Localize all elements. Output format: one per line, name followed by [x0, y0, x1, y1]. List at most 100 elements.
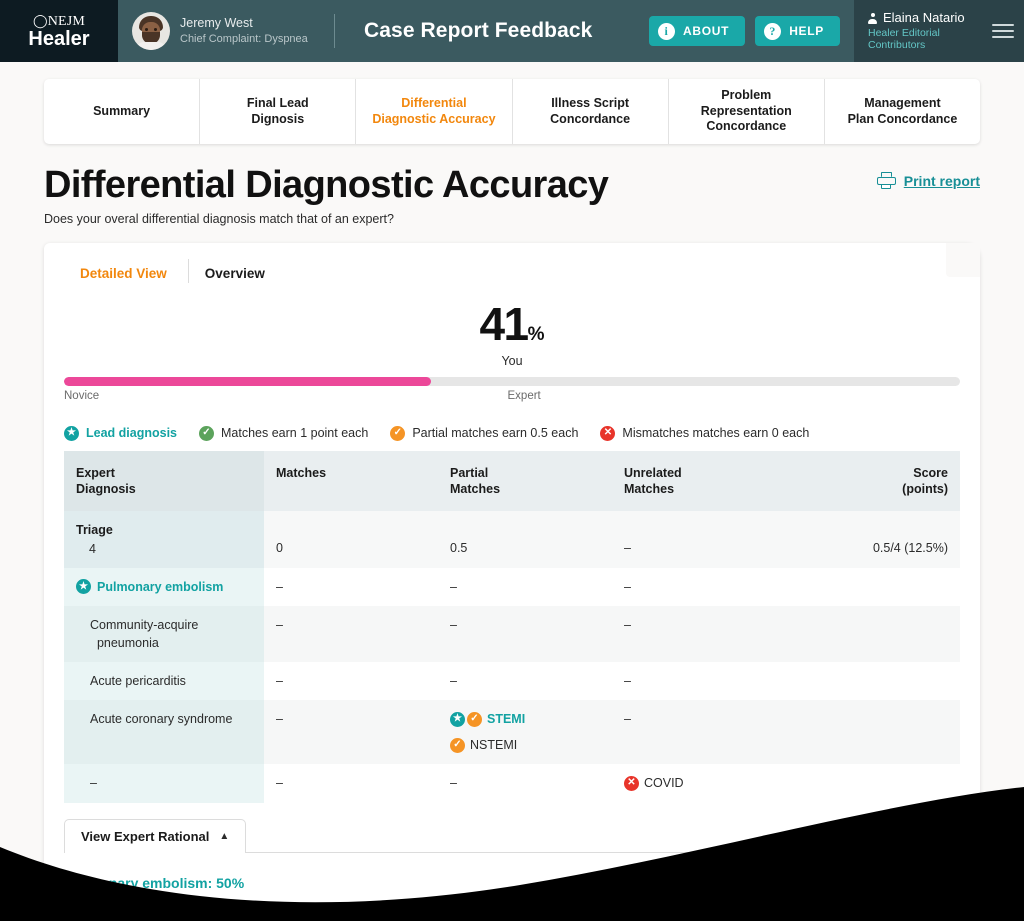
tab-overview[interactable]: Overview	[189, 266, 287, 295]
row-unrelated: –	[612, 567, 786, 606]
app-page: ◯NEJM Healer Jeremy West Chief Complaint…	[0, 0, 1024, 921]
score-value: 41	[479, 297, 529, 350]
diagnosis-name: Acute coronary syndrome	[90, 712, 233, 727]
table-row: – – – ✕ COVID	[64, 764, 960, 803]
rationale-paragraph: Acute onset of pleuritic chest pain in t…	[66, 899, 872, 915]
user-role-line2: Contributors	[868, 39, 926, 52]
legend-matches: ✓ Matches earn 1 point each	[199, 425, 369, 441]
accuracy-table-header: Expert Diagnosis Matches Partial Matches U…	[64, 450, 960, 512]
triage-count: 4	[89, 541, 96, 556]
triage-cell: Triage 4	[64, 511, 264, 568]
tab-detailed-view[interactable]: Detailed View	[64, 258, 189, 295]
star-badge-icon: ★	[76, 579, 91, 595]
info-icon: i	[658, 22, 676, 40]
row-partial: ★ ✓ STEMI ✓ NSTEMI	[438, 700, 612, 765]
user-name: Elaina Natario	[883, 9, 965, 25]
progress-bar-labels: Novice Expert	[64, 390, 960, 406]
view-expert-rational-label: View Expert Rational	[81, 828, 210, 844]
printer-icon	[876, 172, 896, 189]
print-report-link[interactable]: Print report	[876, 172, 980, 189]
partial-match-label: NSTEMI	[470, 738, 518, 753]
check-badge-orange-icon: ✓	[467, 711, 482, 727]
logo-nejm-text: ◯NEJM	[32, 12, 86, 29]
about-button[interactable]: i ABOUT	[649, 16, 746, 46]
legend-partial-matches-label: Partial matches earn 0.5 each	[412, 426, 579, 441]
table-row-triage: Triage 4 0 0.5 – 0.5/4 (12.5%)	[64, 511, 960, 568]
tab-differential-diagnostic-accuracy[interactable]: Differential Diagnostic Accuracy	[356, 79, 513, 144]
header-divider	[333, 14, 335, 48]
legend-mismatches-label: Mismatches matches earn 0 each	[622, 426, 810, 441]
row-partial: –	[438, 567, 612, 606]
partial-match-item: ✓ NSTEMI	[450, 736, 600, 754]
legend-matches-label: Matches earn 1 point each	[221, 426, 369, 441]
view-expert-rational-toggle[interactable]: View Expert Rational ▲	[64, 818, 247, 853]
accuracy-table-body: Triage 4 0 0.5 – 0.5/4 (12.5%) ★ Pulmona…	[64, 511, 960, 803]
row-score	[786, 700, 960, 765]
chevron-up-icon: ▲	[219, 830, 230, 842]
page-subtitle: Does your overal differential diagnosis …	[44, 211, 394, 226]
hamburger-menu-icon[interactable]	[992, 23, 1014, 39]
triage-label: Triage	[76, 523, 113, 538]
partial-badges: ★ ✓	[450, 711, 482, 727]
patient-info[interactable]: Jeremy West Chief Complaint: Dyspnea	[118, 0, 340, 62]
tab-final-lead-diagnosis[interactable]: Final Lead Dignosis	[200, 79, 357, 144]
card-corner-cut	[946, 242, 980, 277]
row-partial: –	[438, 764, 612, 803]
diagnosis-cell-lead: ★ Pulmonary embolism	[64, 567, 264, 606]
check-badge-orange-icon: ✓	[390, 425, 406, 441]
partial-badges: ✓	[450, 737, 465, 753]
row-unrelated: –	[612, 700, 786, 765]
tab-summary[interactable]: Summary	[44, 79, 201, 144]
app-title-container: Case Report Feedback	[340, 0, 650, 62]
row-matches: –	[264, 662, 438, 701]
print-report-label: Print report	[903, 172, 980, 189]
row-unrelated: ✕ COVID	[612, 764, 786, 803]
check-badge-green-icon: ✓	[199, 425, 214, 441]
tab-problem-representation-concordance[interactable]: Problem Representation Concordance	[669, 79, 825, 144]
triage-partial: 0.5	[438, 511, 612, 568]
expert-rationale-section: View Expert Rational ▲ Pulmonary embolis…	[64, 818, 960, 921]
col-score: Score (points)	[786, 450, 960, 512]
partial-match-item: ★ ✓ STEMI	[450, 710, 600, 728]
x-badge-red-icon: ✕	[624, 775, 639, 791]
diagnosis-cell: Community-acquire pneumonia	[64, 605, 264, 663]
legend-lead-diagnosis-label: Lead diagnosis	[86, 426, 177, 441]
table-row: Acute coronary syndrome – ★ ✓ STEMI ✓ NS…	[64, 700, 960, 765]
star-badge-icon: ★	[64, 425, 79, 441]
nejm-healer-logo[interactable]: ◯NEJM Healer	[0, 0, 118, 62]
main-card-wrapper: Detailed View Overview 41% You Novice Ex…	[0, 226, 1024, 921]
diagnosis-cell: Acute pericarditis	[64, 662, 264, 701]
tab-illness-script-concordance[interactable]: Illness Script Concordance	[513, 79, 669, 144]
triage-score: 0.5/4 (12.5%)	[786, 511, 960, 568]
diagnosis-name: Community-acquire pneumonia	[90, 617, 199, 650]
score-area: 41% You Novice Expert	[44, 295, 980, 406]
score-you-label: You	[501, 353, 523, 368]
col-partial-matches: Partial Matches	[438, 450, 612, 512]
logo-healer-text: Healer	[28, 27, 90, 50]
view-tabs: Detailed View Overview	[44, 243, 980, 295]
row-matches: –	[264, 700, 438, 765]
page-heading-area: Differential Diagnostic Accuracy Does yo…	[0, 144, 1024, 226]
user-name-row: Elaina Natario	[868, 10, 982, 27]
novice-label: Novice	[64, 389, 100, 402]
star-badge-icon: ★	[450, 711, 465, 727]
unrelated-match-label: COVID	[644, 776, 684, 791]
row-partial: –	[438, 605, 612, 663]
expert-rationale-body: Pulmonary embolism: 50% Acute onset of p…	[64, 851, 960, 921]
rationale-heading: Pulmonary embolism: 50%	[66, 874, 245, 891]
unrelated-match-item: ✕ COVID	[624, 774, 774, 792]
main-card: Detailed View Overview 41% You Novice Ex…	[44, 242, 980, 921]
user-account[interactable]: Elaina Natario Healer Editorial Contribu…	[854, 0, 1024, 62]
row-score	[786, 567, 960, 606]
person-icon	[868, 12, 877, 24]
row-partial: –	[438, 662, 612, 701]
help-button[interactable]: ? HELP	[755, 16, 840, 46]
row-matches: –	[264, 567, 438, 606]
about-button-label: ABOUT	[683, 24, 730, 38]
legend-mismatches: ✕ Mismatches matches earn 0 each	[600, 425, 810, 441]
x-badge-red-icon: ✕	[600, 425, 616, 441]
diagnosis-cell: –	[64, 764, 264, 803]
tab-management-plan-concordance[interactable]: Management Plan Concordance	[825, 79, 980, 144]
patient-name: Jeremy West	[180, 16, 253, 31]
lead-diagnosis-row: ★ Pulmonary embolism	[76, 578, 252, 596]
